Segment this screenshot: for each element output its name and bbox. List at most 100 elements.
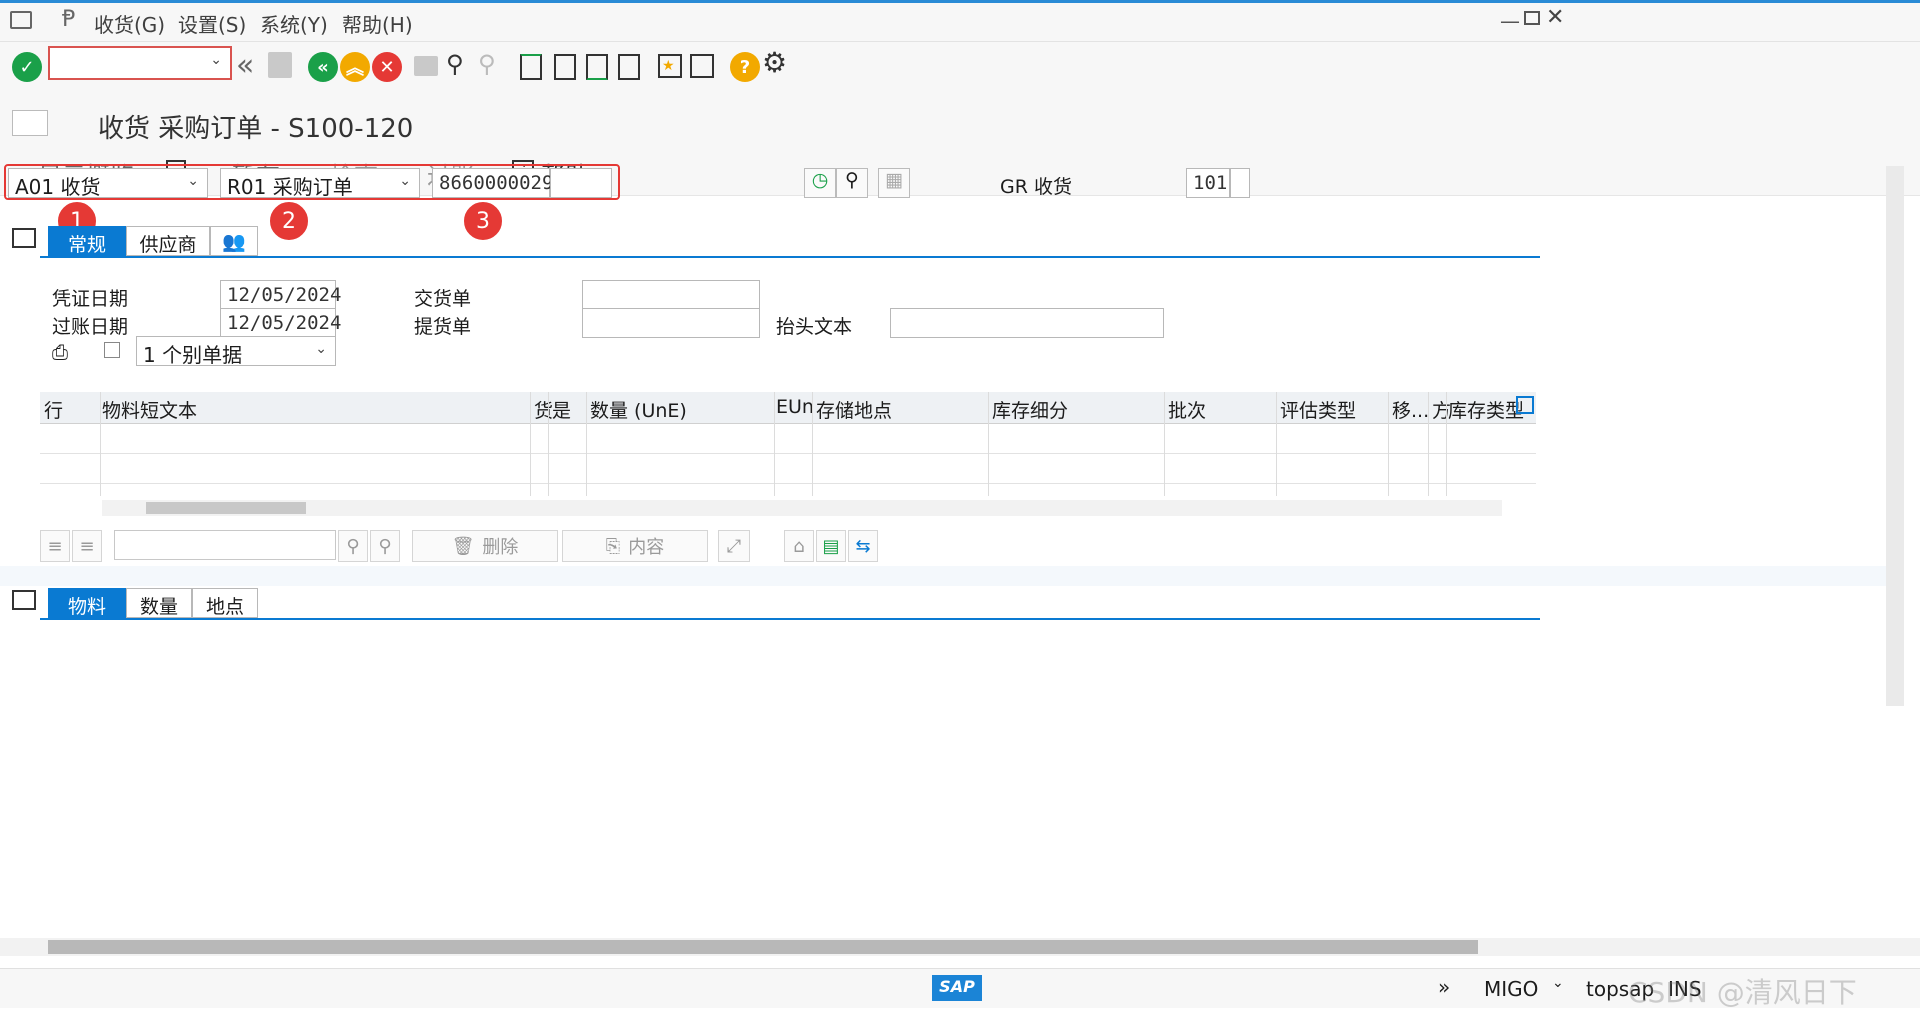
scroll-thumb[interactable]	[146, 502, 306, 514]
item-grid: 行 物料短文本 货 是 数量 (UnE) EUn 存储地点 库存细分 批次 评估…	[40, 392, 1536, 520]
find-icon[interactable]: ⚲	[446, 50, 464, 78]
select-all-button[interactable]: ≡	[40, 530, 70, 562]
col-unit[interactable]: EUn	[776, 396, 814, 418]
calendar-icon[interactable]: ▦	[878, 168, 910, 198]
save-icon[interactable]	[268, 52, 292, 78]
col-movement[interactable]: 移...	[1392, 396, 1429, 423]
col-storage-location[interactable]: 存储地点	[816, 396, 892, 423]
cancel-icon[interactable]: ✕	[372, 52, 402, 82]
col-material-text[interactable]: 物料短文本	[102, 396, 197, 423]
chevron-down-icon[interactable]: ⌄	[210, 52, 222, 68]
tab-vendor[interactable]: 供应商	[126, 226, 210, 256]
print-icon[interactable]	[414, 56, 438, 76]
menu-settings[interactable]: 设置(S)	[178, 9, 246, 38]
expand-status-icon[interactable]: »	[1438, 975, 1450, 999]
po-number-field[interactable]: 8660000029	[432, 168, 553, 198]
settings-gear-icon[interactable]: ⚙	[762, 46, 787, 79]
last-page-icon[interactable]	[618, 54, 640, 80]
grid-find-button[interactable]: ⚲	[338, 530, 368, 562]
delete-label: 删除	[482, 537, 519, 558]
col-line[interactable]: 行	[44, 396, 63, 423]
collapse-detail-icon[interactable]	[12, 590, 36, 610]
reference-value: R01 采购订单	[227, 175, 353, 199]
help-icon[interactable]: ?	[730, 52, 760, 82]
reference-dropdown[interactable]: R01 采购订单 ⌄	[220, 168, 420, 199]
col-batch[interactable]: 批次	[1168, 396, 1206, 423]
transfer-button[interactable]: ⇆	[848, 530, 878, 562]
find-next-icon[interactable]: ⚲	[478, 50, 496, 78]
grid-find-next-button[interactable]: ⚲	[370, 530, 400, 562]
chevron-down-icon[interactable]: ⌄	[1552, 975, 1564, 991]
tab-material[interactable]: 物料	[48, 588, 126, 618]
action-value: A01 收货	[15, 175, 101, 199]
post-date-field[interactable]: 12/05/2024	[220, 308, 341, 338]
scroll-thumb[interactable]	[48, 940, 1478, 954]
lock-doc-button[interactable]: ⌂	[784, 530, 814, 562]
badge-3: 3	[462, 200, 504, 242]
tab-partner[interactable]: 👥	[210, 226, 258, 256]
col-stock-type[interactable]: 库存类型	[1448, 396, 1524, 423]
contents-button[interactable]: ⎘ 内容	[562, 530, 708, 562]
p-icon[interactable]: Ᵽ	[62, 7, 75, 32]
delivery-note-field[interactable]	[582, 280, 760, 310]
minimize-icon[interactable]: —	[1500, 9, 1520, 33]
fullscreen-button[interactable]: ⤢	[718, 530, 750, 562]
menu-receive[interactable]: 收货(G)	[94, 9, 165, 38]
column-settings-icon[interactable]	[1516, 396, 1534, 414]
next-page-icon[interactable]	[586, 54, 608, 80]
movement-indicator-field[interactable]	[1230, 168, 1250, 198]
prev-page-icon[interactable]	[554, 54, 576, 80]
create-session-icon[interactable]: ★	[658, 54, 682, 78]
menu-system[interactable]: 系统(Y)	[260, 9, 328, 38]
po-item-field[interactable]	[550, 168, 612, 198]
menu-help[interactable]: 帮助(H)	[342, 9, 413, 38]
chevron-down-icon: ⌄	[315, 341, 327, 357]
col-valuation-type[interactable]: 评估类型	[1280, 396, 1356, 423]
printer-icon[interactable]: ⎙	[52, 340, 68, 364]
tcode-label[interactable]: MIGO	[1484, 977, 1538, 1001]
chevron-down-icon: ⌄	[187, 173, 199, 189]
execute-icon[interactable]: ◷	[804, 168, 836, 198]
enter-check-icon[interactable]: ✓	[12, 52, 42, 82]
collapse-header-icon[interactable]	[12, 228, 36, 248]
col-quantity[interactable]: 数量 (UnE)	[590, 396, 687, 423]
header-text-field[interactable]	[890, 308, 1164, 338]
restore-icon[interactable]	[1524, 11, 1540, 25]
tab-quantity[interactable]: 数量	[126, 588, 192, 618]
print-checkbox[interactable]	[104, 342, 120, 358]
first-page-icon[interactable]	[520, 54, 542, 80]
delivery-note-label: 交货单	[414, 288, 472, 310]
layout-menu-icon[interactable]	[12, 110, 48, 136]
col-yes[interactable]: 是	[552, 396, 571, 423]
shortcut-icon[interactable]	[690, 54, 714, 78]
tab-general[interactable]: 常规	[48, 226, 126, 256]
standard-toolbar: ✓ ⌄ « « ︽ ✕ ⚲ ⚲ ★ ? ⚙	[0, 42, 1920, 102]
add-row-button[interactable]: ▤	[816, 530, 846, 562]
exit-icon[interactable]: ︽	[340, 52, 370, 82]
menu-icon[interactable]	[10, 11, 32, 29]
tab-underline	[40, 256, 1540, 258]
col-ok[interactable]: 货	[534, 396, 553, 423]
table-row[interactable]	[40, 454, 1536, 484]
delete-button[interactable]: 🗑 删除	[412, 530, 558, 562]
back-icon[interactable]: «	[308, 52, 338, 82]
close-icon[interactable]: ✕	[1546, 5, 1564, 30]
doc-date-field[interactable]: 12/05/2024	[220, 280, 341, 310]
main-v-scrollbar[interactable]	[1886, 166, 1904, 706]
slip-dropdown[interactable]: 1 个别单据 ⌄	[136, 336, 336, 367]
col-stock-segment[interactable]: 库存细分	[992, 396, 1068, 423]
page-h-scrollbar[interactable]	[0, 938, 1920, 956]
action-dropdown[interactable]: A01 收货 ⌄	[8, 168, 208, 199]
tab-where[interactable]: 地点	[192, 588, 258, 618]
menu-bar: Ᵽ 收货(G) 设置(S) 系统(Y) 帮助(H) — ✕	[0, 0, 1920, 42]
grid-h-scrollbar[interactable]	[102, 500, 1502, 516]
table-row[interactable]	[40, 424, 1536, 454]
grid-search-input[interactable]	[114, 530, 336, 560]
movement-type-field[interactable]: 101	[1186, 168, 1230, 198]
bill-of-lading-field[interactable]	[582, 308, 760, 338]
page-title: 收货 采购订单 - S100-120	[98, 114, 414, 144]
command-field[interactable]: ⌄	[48, 46, 232, 80]
deselect-button[interactable]: ≡	[72, 530, 102, 562]
binoculars-icon[interactable]: ⚲	[836, 168, 868, 198]
double-left-icon[interactable]: «	[236, 48, 254, 83]
